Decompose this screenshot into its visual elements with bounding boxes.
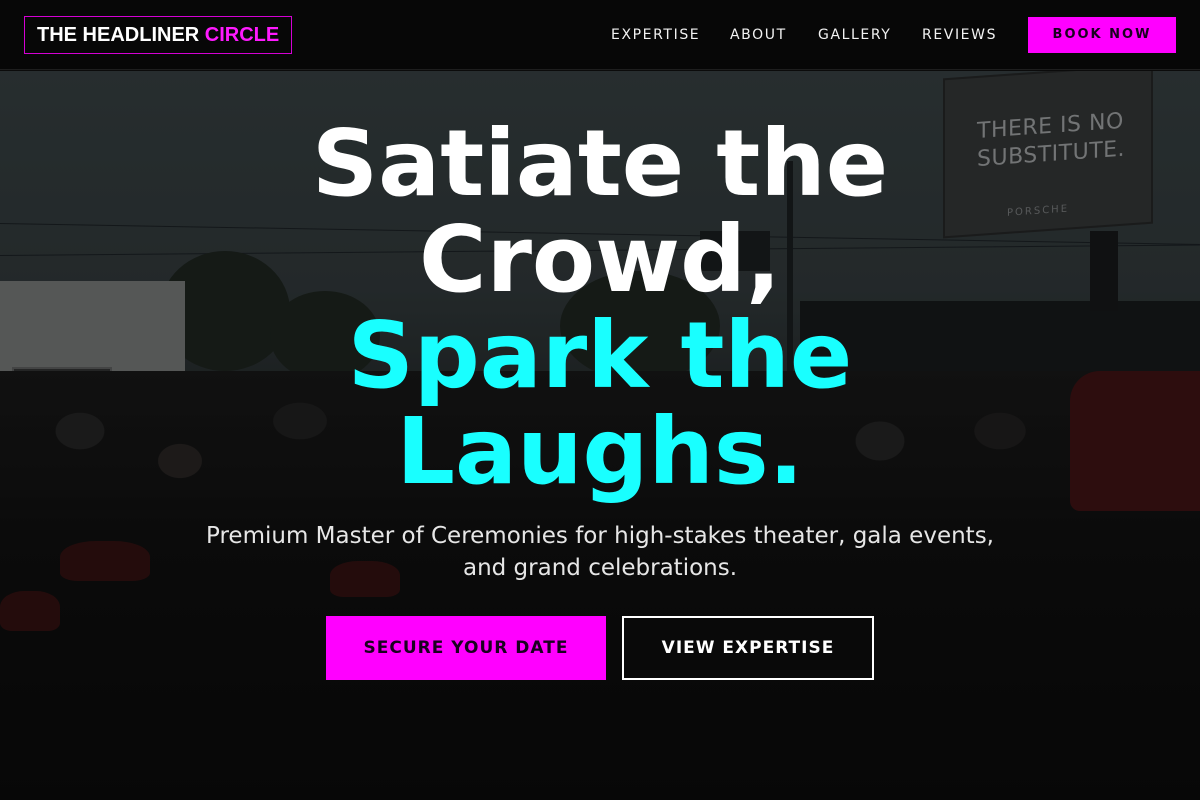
headline-line-4: Laughs. bbox=[396, 398, 804, 505]
subtitle-line-1: Premium Master of Ceremonies for high-st… bbox=[206, 523, 994, 549]
hero-subtitle: Premium Master of Ceremonies for high-st… bbox=[150, 520, 1050, 584]
top-navbar: THE HEADLINER CIRCLE EXPERTISE ABOUT GAL… bbox=[0, 0, 1200, 70]
hero-headline: Satiate the Crowd, Spark the Laughs. bbox=[0, 116, 1200, 500]
nav-link-reviews[interactable]: REVIEWS bbox=[922, 26, 997, 44]
headline-line-1: Satiate the bbox=[311, 110, 889, 217]
main-nav: EXPERTISE ABOUT GALLERY REVIEWS bbox=[0, 0, 1200, 70]
secure-your-date-button[interactable]: SECURE YOUR DATE bbox=[326, 616, 606, 680]
headline-line-3: Spark the bbox=[347, 302, 853, 409]
subtitle-line-2: and grand celebrations. bbox=[462, 555, 738, 581]
headline-line-2: Crowd, bbox=[419, 206, 781, 313]
nav-link-about[interactable]: ABOUT bbox=[730, 26, 787, 44]
nav-link-expertise[interactable]: EXPERTISE bbox=[611, 26, 700, 44]
book-now-button[interactable]: BOOK NOW bbox=[1028, 17, 1176, 53]
view-expertise-button[interactable]: VIEW EXPERTISE bbox=[622, 616, 874, 680]
nav-link-gallery[interactable]: GALLERY bbox=[818, 26, 891, 44]
